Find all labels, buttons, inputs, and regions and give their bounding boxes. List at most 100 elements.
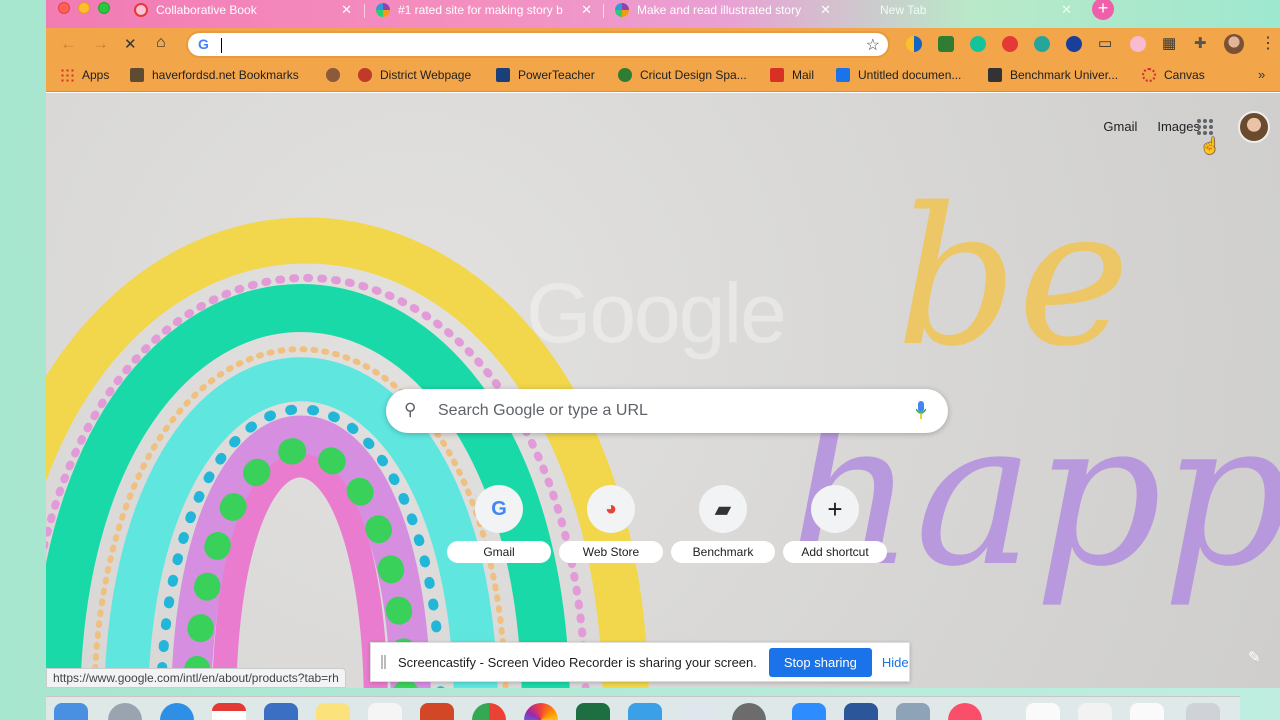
bookmark-label: Untitled documen... xyxy=(858,68,962,82)
close-tab-icon[interactable]: ✕ xyxy=(341,2,352,18)
extension-screencastify-icon[interactable] xyxy=(1002,36,1018,52)
forward-arrow-icon[interactable]: → xyxy=(92,34,109,54)
shortcut-add[interactable]: + Add shortcut xyxy=(783,485,887,565)
home-icon[interactable]: ⌂ xyxy=(156,34,166,52)
bookmarks-bar: Apps haverfordsd.net Bookmarks District … xyxy=(46,60,1280,92)
tab-collaborative-book[interactable]: Collaborative Book ✕ xyxy=(124,0,362,20)
close-window-button[interactable] xyxy=(58,2,70,14)
google-apps-icon[interactable] xyxy=(1197,119,1213,135)
microphone-icon[interactable] xyxy=(916,401,926,419)
bookmark-label: PowerTeacher xyxy=(518,68,595,82)
new-tab-button[interactable]: + xyxy=(1092,0,1114,20)
excel-icon[interactable] xyxy=(576,703,610,720)
shortcut-label: Benchmark xyxy=(671,541,775,563)
image-capture-icon[interactable] xyxy=(896,703,930,720)
bookmark-folder[interactable]: haverfordsd.net Bookmarks xyxy=(130,68,299,82)
back-arrow-icon[interactable]: ← xyxy=(60,34,77,54)
bookmark-label: Mail xyxy=(792,68,815,82)
bookmarks-overflow-icon[interactable]: » xyxy=(1258,67,1265,82)
customize-pencil-icon[interactable]: ✎ xyxy=(1248,648,1261,666)
reminders-icon[interactable] xyxy=(368,703,402,720)
bookmark-untitled-doc[interactable]: Untitled documen... xyxy=(836,68,961,82)
bookmark-star-icon[interactable]: ☆ xyxy=(866,35,880,55)
bookmark-apps[interactable]: Apps xyxy=(60,68,109,82)
search-input[interactable] xyxy=(438,400,878,422)
account-avatar[interactable] xyxy=(1238,111,1270,143)
bookmark-mail[interactable]: Mail xyxy=(770,68,814,82)
trash-icon[interactable] xyxy=(1186,703,1220,720)
close-tab-icon[interactable]: ✕ xyxy=(820,2,831,18)
extension-grammarly-icon[interactable] xyxy=(970,36,986,52)
tab-divider xyxy=(364,4,365,18)
music-icon[interactable] xyxy=(948,703,982,720)
tab-title: Make and read illustrated story xyxy=(637,3,802,17)
images-link[interactable]: Images xyxy=(1157,119,1200,134)
bookmark-powerteacher[interactable]: PowerTeacher xyxy=(496,68,595,82)
shortcut-web-store[interactable]: ◕ Web Store xyxy=(559,485,663,565)
extension-circle-icon[interactable] xyxy=(1130,36,1146,52)
browser-window: Collaborative Book ✕ #1 rated site for m… xyxy=(46,0,1280,688)
bookmark-cricut[interactable]: Cricut Design Spa... xyxy=(618,68,747,82)
tab-favicon-icon xyxy=(376,3,390,17)
search-icon: ⚲ xyxy=(404,400,417,419)
extensions-puzzle-icon[interactable]: ✚ xyxy=(1194,34,1207,52)
notes-icon[interactable] xyxy=(316,703,350,720)
more-menu-icon[interactable]: ⋮ xyxy=(1260,33,1276,53)
stop-loading-icon[interactable]: ✕ xyxy=(124,35,137,53)
zoom-icon[interactable] xyxy=(792,703,826,720)
minimize-window-button[interactable] xyxy=(78,2,90,14)
extension-grid-icon[interactable]: ▦ xyxy=(1162,34,1176,52)
shortcut-gmail[interactable]: G Gmail xyxy=(447,485,551,565)
tab-new-tab[interactable]: New Tab ✕ xyxy=(844,0,1082,20)
hide-button[interactable]: Hide xyxy=(882,655,909,670)
text-caret xyxy=(221,38,222,53)
profile-avatar-icon[interactable] xyxy=(1224,34,1244,54)
bookmark-label: Cricut Design Spa... xyxy=(640,68,747,82)
zoom-window-button[interactable] xyxy=(98,2,110,14)
address-input[interactable] xyxy=(224,36,844,54)
address-bar[interactable]: G ☆ xyxy=(186,31,890,58)
bookmark-district-webpage[interactable]: District Webpage xyxy=(358,68,471,82)
safari-icon[interactable] xyxy=(160,703,194,720)
bookmark-globe[interactable] xyxy=(326,68,348,82)
photos-icon[interactable] xyxy=(524,703,558,720)
stop-sharing-button[interactable]: Stop sharing xyxy=(768,647,872,677)
extension-compass-icon[interactable] xyxy=(906,36,922,52)
bookmark-benchmark[interactable]: Benchmark Univer... xyxy=(988,68,1118,82)
browser-toolbar: ← → ✕ ⌂ G ☆ ▭ ▦ ✚ ⋮ xyxy=(46,28,1280,60)
finder-icon[interactable] xyxy=(54,703,88,720)
system-preferences-icon[interactable] xyxy=(732,703,766,720)
launchpad-icon[interactable] xyxy=(108,703,142,720)
benchmark-icon: ▰ xyxy=(699,485,747,533)
bookmark-label: Apps xyxy=(82,68,110,82)
extension-checklist-icon[interactable] xyxy=(938,36,954,52)
powerpoint-icon[interactable] xyxy=(420,703,454,720)
app-store-icon[interactable] xyxy=(628,703,662,720)
tab-favicon-icon xyxy=(134,3,148,17)
close-tab-icon[interactable]: ✕ xyxy=(1061,2,1072,18)
document-icon[interactable] xyxy=(1026,703,1060,720)
window-controls xyxy=(58,2,110,14)
chrome-icon[interactable] xyxy=(472,703,506,720)
calendar-icon[interactable] xyxy=(212,703,246,720)
word-icon[interactable] xyxy=(844,703,878,720)
benchmark-icon xyxy=(988,68,1002,82)
document-icon[interactable] xyxy=(1078,703,1112,720)
extension-k-icon[interactable] xyxy=(1066,36,1082,52)
app-icon[interactable] xyxy=(264,703,298,720)
document-icon[interactable] xyxy=(1130,703,1164,720)
shortcut-label: Web Store xyxy=(559,541,663,563)
drag-handle-icon[interactable] xyxy=(381,655,386,669)
search-box[interactable]: ⚲ xyxy=(386,389,948,433)
tab-illustrated-story[interactable]: Make and read illustrated story ✕ xyxy=(605,0,841,20)
link-status-bubble: https://www.google.com/intl/en/about/pro… xyxy=(46,668,346,688)
gmail-link[interactable]: Gmail xyxy=(1103,119,1137,134)
shortcut-benchmark[interactable]: ▰ Benchmark xyxy=(671,485,775,565)
sis-icon xyxy=(496,68,510,82)
extension-screen-icon[interactable]: ▭ xyxy=(1098,34,1112,52)
preview-icon[interactable] xyxy=(680,703,714,720)
bookmark-canvas[interactable]: Canvas xyxy=(1142,68,1205,82)
close-tab-icon[interactable]: ✕ xyxy=(581,2,592,18)
extension-smile-icon[interactable] xyxy=(1034,36,1050,52)
tab-story-site[interactable]: #1 rated site for making story b ✕ xyxy=(366,0,602,20)
